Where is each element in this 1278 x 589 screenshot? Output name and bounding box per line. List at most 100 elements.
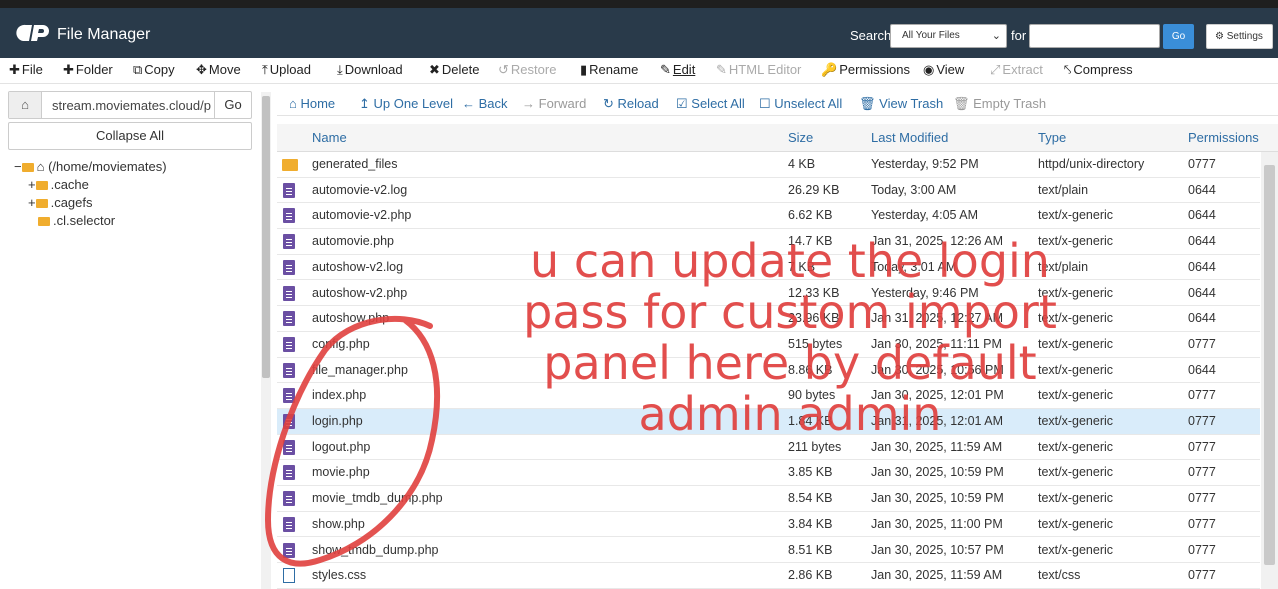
file-icon xyxy=(283,388,295,404)
upload-button[interactable]: ⤒ Upload xyxy=(262,62,311,78)
sidebar-scrollbar[interactable] xyxy=(261,92,271,589)
eye-icon: ◉ xyxy=(923,62,935,77)
home-icon[interactable]: ⌂ xyxy=(9,92,42,118)
restore-button[interactable]: ↺ Restore xyxy=(498,62,556,78)
move-button[interactable]: ✥ Move xyxy=(196,62,241,78)
path-go-button[interactable]: Go xyxy=(214,92,251,118)
delete-button[interactable]: ✖ Delete xyxy=(429,62,479,78)
view-trash-button[interactable]: 🗑 View Trash xyxy=(859,96,943,112)
app-title: File Manager xyxy=(57,26,151,43)
file-icon xyxy=(283,414,295,429)
home-nav-button[interactable]: ⌂ Home xyxy=(289,96,335,111)
pencil-icon: ✎ xyxy=(660,62,671,77)
rename-button[interactable]: ▮ Rename xyxy=(580,62,638,78)
folder-icon xyxy=(21,163,34,172)
column-header-permissions[interactable]: Permissions xyxy=(1188,130,1259,145)
expand-icon[interactable]: + xyxy=(28,177,36,192)
empty-trash-label: Empty Trash xyxy=(973,96,1047,111)
file-type: text/plain xyxy=(1038,182,1089,197)
restore-icon: ↺ xyxy=(498,62,509,77)
extract-button[interactable]: ⤢ Extract xyxy=(990,62,1043,78)
unselect-all-label: Unselect All xyxy=(774,96,843,111)
file-icon: ▮ xyxy=(580,62,588,77)
search-scope-select[interactable]: All Your Files ⌄ xyxy=(890,24,1007,48)
table-row[interactable]: generated_files 4 KB Yesterday, 9:52 PM htt… xyxy=(277,152,1260,178)
column-header-modified[interactable]: Last Modified xyxy=(871,130,948,145)
back-button[interactable]: ← Back xyxy=(462,96,508,111)
collapse-all-button[interactable]: Collapse All xyxy=(8,122,252,150)
path-input[interactable]: stream.moviemates.cloud/p xyxy=(52,98,215,113)
expand-icon[interactable]: + xyxy=(28,195,36,210)
file-table-scrollbar[interactable] xyxy=(1261,152,1278,589)
annotation-text: u can update the login pass for custom i… xyxy=(470,236,1110,440)
directory-sidebar: ⌂ stream.moviemates.cloud/p Go Collapse … xyxy=(0,84,260,589)
copy-button[interactable]: ⧉ Copy xyxy=(133,62,175,78)
permissions-label: Permissions xyxy=(839,62,910,77)
column-header-size[interactable]: Size xyxy=(788,130,813,145)
new-file-button[interactable]: ✚ File xyxy=(9,62,43,78)
file-name: generated_files xyxy=(312,157,398,171)
copy-icon: ⧉ xyxy=(133,62,143,77)
tree-item-label: .cagefs xyxy=(50,195,93,210)
up-one-level-button[interactable]: ↥ Up One Level xyxy=(359,96,453,112)
file-modified: Jan 30, 2025, 10:59 PM xyxy=(871,491,1004,506)
sidebar-scrollbar-thumb[interactable] xyxy=(262,96,270,378)
tree-root[interactable]: − ⌂ (/home/moviemates) xyxy=(14,158,167,176)
new-folder-button[interactable]: ✚ Folder xyxy=(63,62,113,78)
empty-trash-button[interactable]: 🗑 Empty Trash xyxy=(953,96,1046,112)
file-name: automovie-v2.php xyxy=(312,208,412,223)
reload-label: Reload xyxy=(617,96,659,111)
tree-item-cache[interactable]: + .cache xyxy=(14,176,167,194)
file-name: autoshow-v2.log xyxy=(312,259,404,274)
search-go-button[interactable]: Go xyxy=(1163,24,1194,49)
collapse-icon[interactable]: − xyxy=(14,159,22,174)
table-row[interactable]: automovie-v2.log 26.29 KB Today, 3:00 AM te… xyxy=(277,178,1260,204)
checkbox-checked-icon: ☑ xyxy=(676,96,688,111)
file-permissions: 0644 xyxy=(1188,285,1216,300)
file-permissions: 0777 xyxy=(1188,491,1216,506)
table-row[interactable]: automovie-v2.php 6.62 KB Yesterday, 4:05 A… xyxy=(277,203,1260,230)
unselect-all-button[interactable]: ☐ Unselect All xyxy=(759,96,842,112)
edit-button[interactable]: ✎ Edit xyxy=(660,62,695,78)
table-row[interactable]: movie_tmdb_dump.php 8.54 KB Jan 30, 2025, … xyxy=(277,486,1260,512)
table-row[interactable]: show.php 3.84 KB Jan 30, 2025, 11:00 PM tex… xyxy=(277,512,1260,538)
download-button[interactable]: ⤓ Download xyxy=(337,62,403,78)
file-type: text/x-generic xyxy=(1038,465,1114,480)
file-size: 3.84 KB xyxy=(788,516,833,531)
file-name: styles.css xyxy=(312,568,367,583)
select-all-button[interactable]: ☑ Select All xyxy=(676,96,745,112)
file-size: 26.29 KB xyxy=(788,182,840,197)
compress-button[interactable]: ⤣ Compress xyxy=(1064,62,1133,78)
file-table-scrollbar-thumb[interactable] xyxy=(1264,165,1275,565)
file-modified: Yesterday, 9:52 PM xyxy=(871,157,979,171)
file-size: 8.54 KB xyxy=(788,491,833,506)
search-input[interactable] xyxy=(1029,24,1160,48)
back-label: Back xyxy=(478,96,508,111)
tree-item-cl-selector[interactable]: .cl.selector xyxy=(14,212,167,230)
file-modified: Jan 30, 2025, 10:57 PM xyxy=(871,542,1004,557)
tree-item-cagefs[interactable]: + .cagefs xyxy=(14,194,167,212)
file-type: text/x-generic xyxy=(1038,439,1114,454)
html-editor-button[interactable]: ✎ HTML Editor xyxy=(716,62,801,78)
edit-square-icon: ✎ xyxy=(716,62,727,77)
compress-label: Compress xyxy=(1073,62,1133,77)
permissions-button[interactable]: 🔑 Permissions xyxy=(821,62,910,78)
code-file-icon xyxy=(283,568,295,584)
cpanel-logo-icon[interactable] xyxy=(14,22,54,44)
table-row[interactable]: styles.css 2.86 KB Jan 30, 2025, 11:59 AM t… xyxy=(277,563,1260,589)
table-row[interactable]: show_tmdb_dump.php 8.51 KB Jan 30, 2025, 1… xyxy=(277,538,1260,564)
column-header-type[interactable]: Type xyxy=(1038,130,1066,145)
file-type: text/x-generic xyxy=(1038,542,1114,557)
edit-label: Edit xyxy=(672,62,696,77)
folder-icon xyxy=(282,159,298,171)
forward-button[interactable]: → Forward xyxy=(522,96,586,111)
settings-button[interactable]: ⚙ Settings xyxy=(1206,24,1273,49)
view-button[interactable]: ◉ View xyxy=(923,62,964,78)
file-modified: Yesterday, 4:05 AM xyxy=(871,208,979,223)
reload-button[interactable]: ↻ Reload xyxy=(603,96,659,112)
column-header-name[interactable]: Name xyxy=(312,130,347,145)
file-permissions: 0644 xyxy=(1188,259,1216,274)
folder-icon xyxy=(38,217,50,226)
view-label: View xyxy=(936,62,965,77)
table-row[interactable]: movie.php 3.85 KB Jan 30, 2025, 10:59 PM te… xyxy=(277,460,1260,487)
